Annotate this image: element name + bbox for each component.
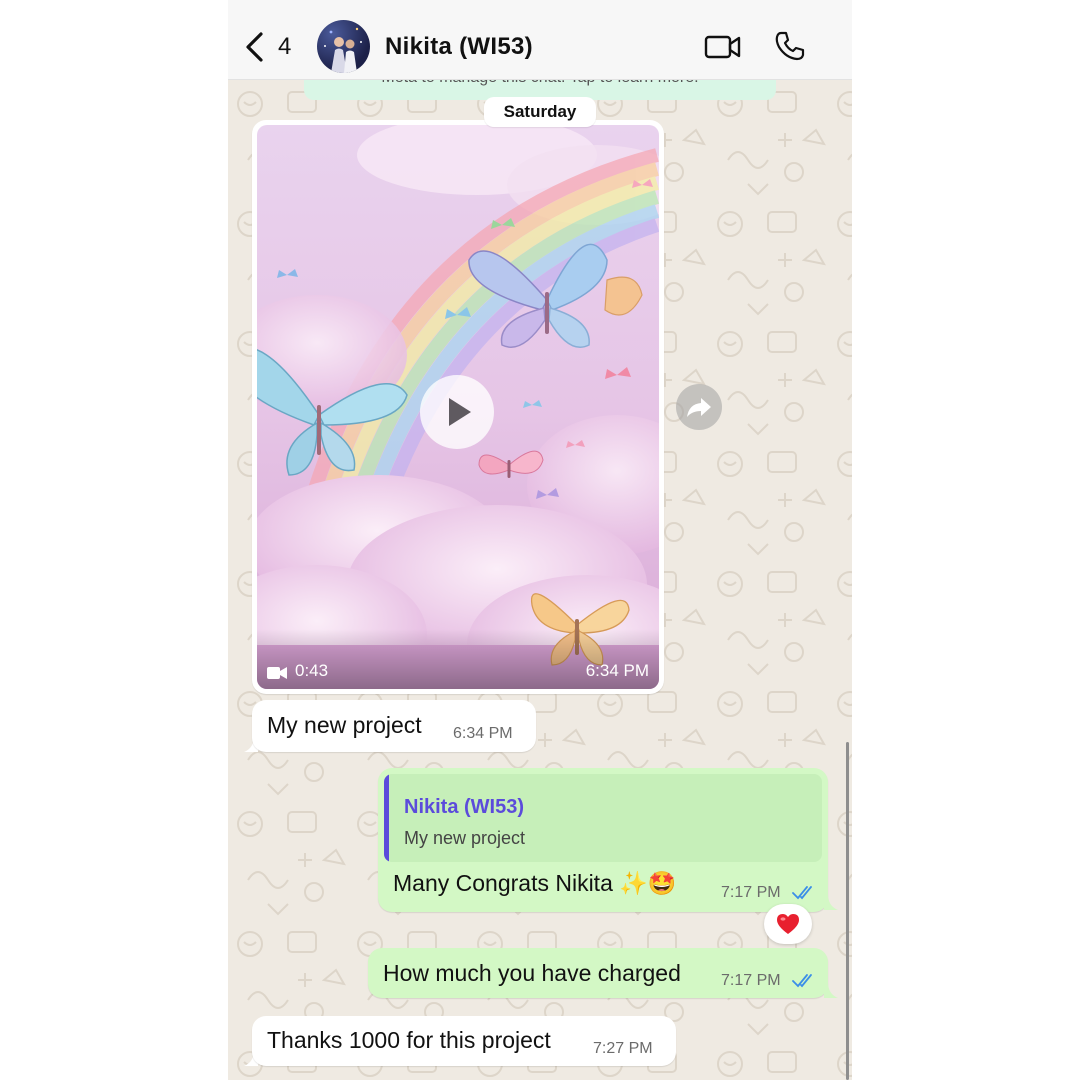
phone-icon[interactable] — [774, 30, 806, 62]
video-camera-icon — [267, 667, 287, 679]
bubble-tail — [824, 894, 838, 910]
unread-count[interactable]: 4 — [278, 33, 291, 61]
date-divider: Saturday — [484, 97, 596, 127]
heart-icon — [777, 914, 799, 934]
bubble-tail — [824, 982, 838, 998]
outgoing-message[interactable]: How much you have charged 7:17 PM — [368, 948, 828, 998]
message-text: Thanks 1000 for this project — [267, 1027, 551, 1053]
back-chevron-icon[interactable] — [242, 30, 268, 64]
play-icon — [449, 398, 471, 426]
scrollbar[interactable] — [846, 742, 849, 1080]
quote-text: My new project — [404, 828, 526, 848]
read-receipt-icon — [792, 974, 812, 988]
video-call-icon[interactable] — [704, 32, 742, 62]
forward-arrow-icon — [687, 398, 711, 417]
incoming-message[interactable]: Thanks 1000 for this project 7:27 PM — [252, 1016, 676, 1066]
contact-avatar[interactable] — [317, 20, 370, 73]
video-duration: 0:43 — [295, 661, 329, 680]
contact-name[interactable]: Nikita (WI53) — [385, 33, 533, 61]
video-info-bar: 0:43 6:34 PM — [257, 629, 659, 689]
incoming-message[interactable]: My new project 6:34 PM — [252, 700, 536, 752]
chat-screen: 4 Nikita (WI53) Meta to manage this chat… — [228, 0, 852, 1080]
forward-button[interactable] — [676, 384, 722, 430]
message-time: 7:17 PM — [721, 884, 781, 901]
message-time: 7:17 PM — [721, 972, 781, 989]
read-receipt-icon — [792, 886, 812, 900]
message-text: Many Congrats Nikita ✨🤩 — [393, 870, 677, 896]
message-reaction[interactable] — [764, 904, 812, 944]
message-text: How much you have charged — [383, 960, 681, 986]
message-time: 6:34 PM — [453, 725, 513, 742]
message-text: My new project — [267, 712, 422, 738]
quote-author: Nikita (WI53) — [404, 796, 525, 818]
play-button[interactable] — [420, 375, 494, 449]
message-time: 6:34 PM — [585, 661, 649, 680]
outgoing-message[interactable]: Nikita (WI53) My new project Many Congra… — [378, 768, 828, 912]
video-message[interactable]: 0:43 6:34 PM — [252, 120, 664, 694]
message-time: 7:27 PM — [593, 1040, 653, 1057]
video-thumbnail[interactable]: 0:43 6:34 PM — [257, 125, 659, 689]
chat-header: 4 Nikita (WI53) — [228, 0, 852, 80]
quoted-message[interactable]: Nikita (WI53) My new project — [384, 774, 822, 862]
quote-accent-bar — [384, 774, 389, 862]
